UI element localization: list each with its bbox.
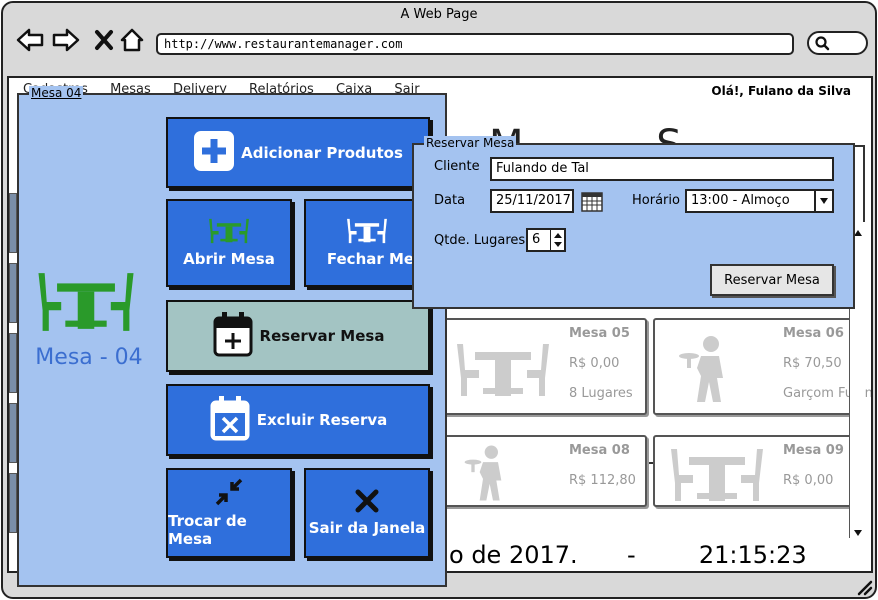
user-greeting: Olá!, Fulano da Silva bbox=[711, 84, 851, 98]
table-icon bbox=[344, 218, 390, 248]
scroll-down-icon[interactable] bbox=[852, 524, 864, 536]
seats-value: 6 bbox=[532, 232, 541, 247]
reservation-dialog: Reservar Mesa Cliente Fulando de Tal Dat… bbox=[412, 136, 855, 309]
time-label: Horário bbox=[632, 193, 680, 208]
add-products-label: Adicionar Produtos bbox=[241, 143, 403, 162]
table-icon bbox=[667, 445, 767, 509]
chevron-down-icon[interactable] bbox=[814, 191, 832, 211]
change-table-button[interactable]: Trocar de Mesa bbox=[166, 468, 292, 558]
table-card-mesa-09[interactable]: Mesa 09 R$ 0,00 bbox=[653, 435, 861, 507]
reserve-table-label: Reservar Mesa bbox=[259, 327, 385, 345]
date-time-display: o de 2017. - 21:15:23 bbox=[449, 541, 807, 569]
delete-reservation-button[interactable]: Excluir Reserva bbox=[166, 384, 430, 456]
window-title: A Web Page bbox=[400, 7, 478, 22]
open-table-label: Abrir Mesa bbox=[183, 250, 275, 268]
table-value: R$ 0,00 bbox=[569, 356, 620, 371]
table-value: R$ 112,80 bbox=[569, 473, 636, 488]
calendar-remove-icon bbox=[209, 394, 251, 446]
mesa-label: Mesa - 04 bbox=[35, 345, 143, 370]
table-icon bbox=[206, 218, 252, 248]
reservation-dialog-title: Reservar Mesa bbox=[424, 136, 517, 150]
mesa-dialog: Mesa 04 Mesa - 04 Adicionar Produtos Abr… bbox=[17, 86, 447, 587]
table-value: R$ 70,50 bbox=[783, 356, 842, 371]
date-text: o de 2017. bbox=[449, 541, 578, 569]
client-label: Cliente bbox=[434, 159, 480, 174]
seats-stepper[interactable]: 6 bbox=[526, 228, 566, 252]
search-icon bbox=[814, 35, 830, 55]
back-arrow-icon[interactable] bbox=[15, 25, 45, 55]
table-icon bbox=[453, 340, 553, 404]
table-icon bbox=[31, 271, 141, 337]
table-card-mesa-06[interactable]: Mesa 06 R$ 70,50 Garçom Fulano bbox=[653, 318, 871, 415]
reserve-submit-button[interactable]: Reservar Mesa bbox=[710, 264, 834, 296]
forward-arrow-icon[interactable] bbox=[51, 25, 81, 55]
exit-window-button[interactable]: Sair da Janela bbox=[304, 468, 430, 558]
exit-window-label: Sair da Janela bbox=[308, 519, 426, 537]
table-card-mesa-08[interactable]: Mesa 08 R$ 112,80 bbox=[439, 435, 647, 507]
time-select-value: 13:00 - Almoço bbox=[691, 193, 790, 208]
calendar-add-icon bbox=[212, 310, 254, 362]
table-value: R$ 0,00 bbox=[783, 473, 834, 488]
table-name: Mesa 05 bbox=[569, 326, 630, 341]
table-name: Mesa 06 bbox=[783, 326, 844, 341]
date-label: Data bbox=[434, 193, 466, 208]
time-select[interactable]: 13:00 - Almoço bbox=[685, 189, 834, 213]
url-bar[interactable]: http://www.restaurantemanager.com bbox=[156, 33, 794, 55]
open-table-button[interactable]: Abrir Mesa bbox=[166, 199, 292, 287]
table-detail: 8 Lugares bbox=[569, 386, 633, 401]
mesa-dialog-title: Mesa 04 bbox=[29, 86, 84, 100]
date-time-separator: - bbox=[626, 541, 636, 569]
calendar-icon[interactable] bbox=[580, 189, 604, 217]
table-name: Mesa 09 bbox=[783, 443, 844, 458]
reserve-table-button[interactable]: Reservar Mesa bbox=[166, 300, 430, 372]
waiter-icon bbox=[463, 443, 513, 507]
add-products-button[interactable]: Adicionar Produtos bbox=[166, 117, 430, 188]
change-table-label: Trocar de Mesa bbox=[168, 512, 247, 548]
clock-time: 21:15:23 bbox=[698, 541, 807, 569]
client-field[interactable]: Fulando de Tal bbox=[490, 157, 834, 181]
browser-search-box[interactable] bbox=[807, 31, 868, 55]
stepper-arrows-icon[interactable] bbox=[550, 230, 564, 250]
collapse-arrows-icon bbox=[215, 478, 243, 510]
table-card-mesa-05[interactable]: Mesa 05 R$ 0,00 8 Lugares bbox=[439, 318, 647, 415]
close-x-icon[interactable] bbox=[89, 25, 119, 55]
resize-grip-icon[interactable] bbox=[855, 578, 873, 596]
table-name: Mesa 08 bbox=[569, 443, 630, 458]
home-icon[interactable] bbox=[117, 25, 147, 55]
seats-label: Qtde. Lugares bbox=[434, 233, 526, 248]
plus-icon bbox=[193, 130, 235, 176]
waiter-icon bbox=[677, 334, 737, 408]
close-x-icon bbox=[355, 489, 379, 517]
delete-reservation-label: Excluir Reserva bbox=[256, 411, 388, 429]
date-field[interactable]: 25/11/2017 bbox=[490, 189, 574, 213]
